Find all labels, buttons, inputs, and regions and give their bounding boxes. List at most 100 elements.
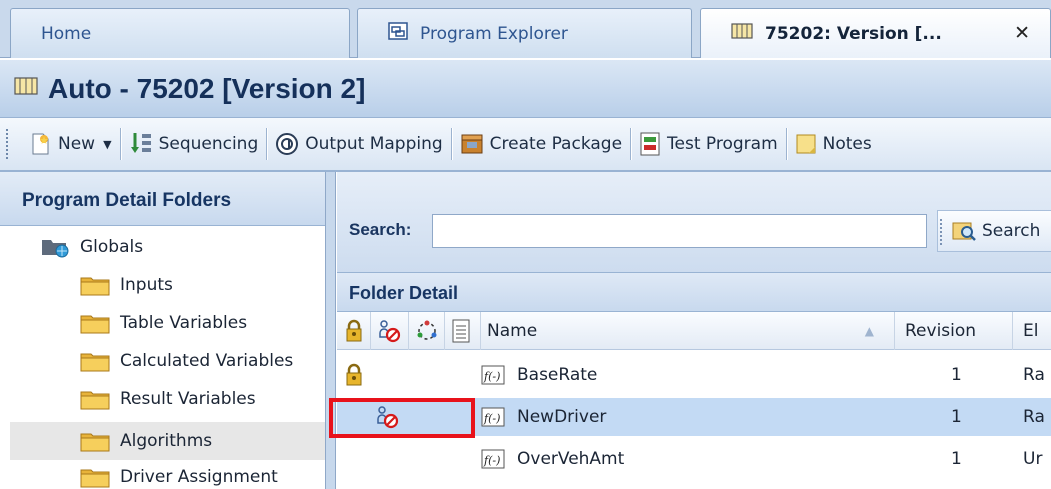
column-shared[interactable] [409,312,445,350]
output-mapping-button[interactable]: Output Mapping [267,124,450,164]
column-locked[interactable] [337,312,371,350]
tree-item-label: Globals [80,237,144,257]
tree-item-calculated-variables[interactable]: Calculated Variables [80,350,293,372]
program-explorer-icon [388,22,408,45]
notes-button[interactable]: Notes [787,124,880,164]
tree-item-algorithms[interactable]: Algorithms [10,422,325,460]
column-revision[interactable]: Revision [895,312,1013,350]
tree-item-label: Algorithms [120,431,213,451]
row-extra: Ur [1023,449,1043,469]
globals-folder-icon [42,240,69,258]
column-extra[interactable]: El [1013,312,1051,350]
toolbar-grip [940,219,942,245]
test-program-button-label: Test Program [667,134,778,154]
folder-icon [80,391,110,410]
svg-text:f(-): f(-) [483,454,500,467]
tree-item-inputs[interactable]: Inputs [80,274,173,296]
lock-icon [346,319,362,342]
svg-text:f(-): f(-) [483,370,500,383]
new-button-label: New [58,134,96,154]
table-row[interactable]: f(-) BaseRate 1 Ra [337,356,1051,394]
title-bar: Auto - 75202 [Version 2] [0,58,1051,118]
program-book-icon [14,77,38,100]
search-button-label: Search [982,221,1041,241]
tree-item-globals[interactable]: Globals [40,235,143,259]
tab-program-version[interactable]: 75202: Version [... ✕ [700,8,1051,58]
table-row[interactable]: f(-) OverVehAmt 1 Ur [337,440,1051,478]
program-book-icon [731,23,753,44]
shared-icon [417,320,437,340]
output-mapping-button-label: Output Mapping [305,134,443,154]
tree-item-label: Calculated Variables [120,351,294,371]
folder-icon [80,353,110,372]
row-revision: 1 [951,407,962,427]
search-bar: Search: Search [337,172,1051,272]
svg-text:f(-): f(-) [483,412,500,425]
grid-column-header: Name ▲ Revision El [337,312,1051,350]
new-document-icon [32,133,49,155]
checked-out-icon [379,320,401,343]
tree-item-result-variables[interactable]: Result Variables [80,388,256,410]
document-list-icon [452,319,470,343]
toolbar: New ▼ Sequencing Output Mapping Create P… [0,118,1051,172]
lock-icon [345,356,371,394]
tree-item-label: Driver Assignment [120,467,278,487]
tab-program-explorer[interactable]: Program Explorer [357,8,692,58]
new-button[interactable]: New ▼ [20,124,120,164]
tree-item-label: Inputs [120,275,173,295]
function-icon: f(-) [481,440,511,478]
search-icon [952,222,976,241]
chevron-down-icon: ▼ [103,137,112,151]
column-name-label: Name [487,321,538,341]
create-package-button[interactable]: Create Package [452,124,630,164]
row-extra: Ra [1023,407,1045,427]
folder-detail-panel: Search: Search Folder Detail Name ▲ Revi… [337,172,1051,489]
output-mapping-icon [276,133,299,155]
row-name: OverVehAmt [517,449,625,469]
sequencing-icon [130,133,151,153]
column-extra-label: El [1023,321,1039,341]
folder-icon [80,277,110,296]
tree-item-driver-assignment[interactable]: Driver Assignment [80,466,278,488]
sort-ascending-icon: ▲ [864,324,874,338]
panel-title: Program Detail Folders [0,172,325,226]
function-icon: f(-) [481,356,511,394]
column-document[interactable] [445,312,481,350]
tab-program-version-label: 75202: Version [... [765,23,942,44]
tab-home[interactable]: Home [10,8,350,58]
tree-item-table-variables[interactable]: Table Variables [80,312,247,334]
row-extra: Ra [1023,365,1045,385]
highlight-box [329,398,475,438]
test-program-icon [640,132,660,156]
column-name[interactable]: Name ▲ [481,312,895,350]
notes-button-label: Notes [822,134,872,154]
create-package-button-label: Create Package [489,134,623,154]
tab-program-explorer-label: Program Explorer [420,23,568,44]
tree-item-label: Result Variables [120,389,256,409]
package-icon [461,134,483,154]
close-icon[interactable]: ✕ [1014,22,1030,44]
search-input[interactable] [432,214,927,248]
tab-home-label: Home [41,23,92,44]
page-title: Auto - 75202 [Version 2] [48,72,366,104]
notes-icon [796,134,816,154]
folder-icon [80,469,110,488]
test-program-button[interactable]: Test Program [631,124,786,164]
folder-detail-title: Folder Detail [337,272,1051,312]
function-icon: f(-) [481,398,511,436]
row-revision: 1 [951,365,962,385]
row-name: BaseRate [517,365,598,385]
sequencing-button[interactable]: Sequencing [121,124,267,164]
program-detail-folders-panel: Program Detail Folders Globals Inputs Ta… [0,172,326,489]
row-name: NewDriver [517,407,607,427]
tab-bar: Home Program Explorer 75202: Version [..… [0,0,1051,58]
row-revision: 1 [951,449,962,469]
column-checked-out[interactable] [371,312,409,350]
tree-item-label: Table Variables [120,313,248,333]
sequencing-button-label: Sequencing [158,134,259,154]
search-button[interactable]: Search [937,210,1051,252]
column-revision-label: Revision [905,321,977,341]
search-label: Search: [349,220,412,239]
toolbar-grip[interactable] [6,129,12,159]
panel-splitter[interactable] [326,172,336,489]
